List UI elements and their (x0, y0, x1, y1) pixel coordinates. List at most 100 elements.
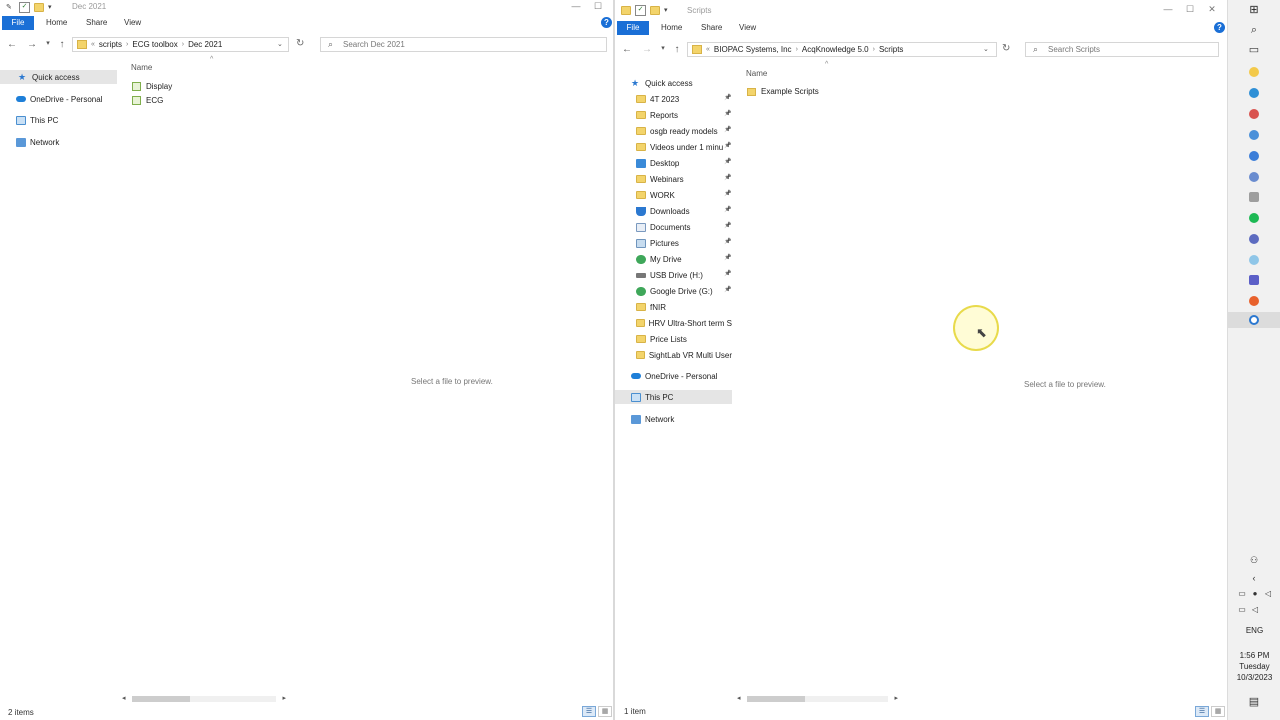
quick-access-item[interactable]: Pictures (636, 236, 732, 250)
speaker-icon[interactable]: ◁ (1249, 604, 1261, 616)
nav-network[interactable]: Network (631, 412, 674, 426)
tab-share[interactable]: Share (701, 21, 722, 35)
details-view-icon[interactable]: ☰ (1195, 706, 1209, 717)
address-bar[interactable]: « BIOPAC Systems, Inc › AcqKnowledge 5.0… (687, 42, 997, 57)
clock-date[interactable]: 10/3/2023 (1228, 673, 1280, 682)
teams-icon[interactable] (1249, 275, 1259, 285)
forward-icon[interactable]: → (641, 44, 653, 55)
nav-this-pc[interactable]: This PC (615, 390, 732, 404)
scroll-right-icon[interactable]: ▸ (282, 694, 286, 702)
details-view-icon[interactable]: ☰ (582, 706, 596, 717)
help-icon[interactable]: ? (601, 17, 612, 28)
chevron-right-icon[interactable]: › (182, 41, 184, 48)
meet-now-icon[interactable]: ▭ (1236, 588, 1248, 600)
app-icon[interactable] (1249, 296, 1259, 306)
edge-icon[interactable] (1249, 88, 1259, 98)
recent-dropdown-icon[interactable]: ▾ (42, 39, 54, 47)
app-icon[interactable] (1249, 172, 1259, 182)
quick-access-item[interactable]: Google Drive (G:) (636, 284, 732, 298)
minimize-icon[interactable]: — (1157, 3, 1179, 15)
forward-icon[interactable]: → (26, 39, 38, 50)
scroll-thumb[interactable] (132, 696, 190, 702)
quick-access-item[interactable]: Desktop (636, 156, 732, 170)
large-icons-view-icon[interactable]: ▦ (598, 706, 612, 717)
notifications-icon[interactable]: ▤ (1248, 696, 1260, 708)
horizontal-scrollbar[interactable]: ◂ ▸ (120, 694, 288, 702)
list-item[interactable]: Example Scripts (747, 87, 819, 96)
app-icon[interactable] (1249, 255, 1259, 265)
list-item[interactable]: Display (132, 82, 172, 91)
breadcrumb-scripts[interactable]: Scripts (879, 45, 903, 54)
quick-access-item[interactable]: Videos under 1 minu (636, 140, 732, 154)
large-icons-view-icon[interactable]: ▦ (1211, 706, 1225, 717)
back-icon[interactable]: ← (6, 39, 18, 50)
app-icon[interactable] (1249, 315, 1259, 325)
address-bar[interactable]: « scripts › ECG toolbox › Dec 2021 (72, 37, 289, 52)
app-icon[interactable] (1249, 192, 1259, 202)
volume-icon[interactable]: ◁ (1262, 588, 1274, 600)
language-indicator[interactable]: ENG (1228, 626, 1280, 635)
scroll-right-icon[interactable]: ▸ (894, 694, 898, 702)
breadcrumb-scripts[interactable]: scripts (99, 40, 122, 49)
breadcrumb-biopac[interactable]: BIOPAC Systems, Inc (714, 45, 792, 54)
chevron-right-icon[interactable]: › (126, 41, 128, 48)
refresh-icon[interactable]: ↻ (1002, 43, 1010, 54)
overflow-icon[interactable]: « (706, 46, 710, 53)
tab-view[interactable]: View (739, 21, 756, 35)
scroll-thumb[interactable] (747, 696, 805, 702)
nav-onedrive[interactable]: OneDrive - Personal (16, 92, 102, 106)
quick-access-item[interactable]: My Drive (636, 252, 732, 266)
file-explorer-icon[interactable] (1249, 67, 1259, 77)
up-icon[interactable]: ↑ (56, 39, 68, 50)
quick-access-item[interactable]: USB Drive (H:) (636, 268, 732, 282)
microphone-icon[interactable]: ● (1249, 588, 1261, 600)
title-bar[interactable]: ✓ ▾ Scripts — ☐ ✕ (615, 0, 1227, 18)
scroll-left-icon[interactable]: ◂ (737, 694, 741, 702)
quick-access-item[interactable]: fNIR (636, 300, 732, 314)
search-input[interactable]: ⌕ Search Dec 2021 (320, 37, 607, 52)
search-icon[interactable]: ⌕ (1248, 24, 1260, 36)
quick-access-item[interactable]: SightLab VR Multi User (636, 348, 732, 362)
new-folder-icon[interactable] (34, 3, 44, 12)
properties-icon[interactable]: ✓ (19, 2, 30, 13)
chevron-right-icon[interactable]: › (796, 46, 798, 53)
address-dropdown-icon[interactable]: ⌄ (277, 40, 283, 48)
recent-dropdown-icon[interactable]: ▾ (657, 44, 669, 52)
tab-file[interactable]: File (2, 16, 34, 30)
title-bar[interactable]: ✎ ✓ ▾ Dec 2021 — ☐ (0, 0, 613, 14)
quick-access-item[interactable]: osgb ready models (636, 124, 732, 138)
nav-quick-access[interactable]: ★ Quick access (0, 70, 117, 84)
quick-access-item[interactable]: Documents (636, 220, 732, 234)
quick-access-item[interactable]: Webinars (636, 172, 732, 186)
breadcrumb-dec2021[interactable]: Dec 2021 (188, 40, 222, 49)
maximize-icon[interactable]: ☐ (1179, 3, 1201, 15)
column-header-name[interactable]: Name (131, 63, 152, 72)
app-icon[interactable] (1249, 130, 1259, 140)
quick-access-item[interactable]: Downloads (636, 204, 732, 218)
clock-day[interactable]: Tuesday (1228, 662, 1280, 671)
customize-dropdown-icon[interactable]: ▾ (48, 3, 57, 12)
app-icon[interactable] (1249, 151, 1259, 161)
nav-this-pc[interactable]: This PC (16, 113, 58, 127)
properties-icon[interactable]: ✓ (635, 5, 646, 16)
tab-home[interactable]: Home (46, 16, 67, 30)
quick-access-item[interactable]: 4T 2023 (636, 92, 732, 106)
tab-view[interactable]: View (124, 16, 141, 30)
nav-onedrive[interactable]: OneDrive - Personal (631, 369, 717, 383)
breadcrumb-ecg-toolbox[interactable]: ECG toolbox (132, 40, 177, 49)
overflow-icon[interactable]: « (91, 41, 95, 48)
minimize-icon[interactable]: — (565, 0, 587, 12)
refresh-icon[interactable]: ↻ (296, 38, 304, 49)
nav-network[interactable]: Network (16, 135, 59, 149)
quick-access-item[interactable]: HRV Ultra-Short term S (636, 316, 732, 330)
chrome-icon[interactable] (1249, 109, 1259, 119)
quick-access-item[interactable]: WORK (636, 188, 732, 202)
back-icon[interactable]: ← (621, 44, 633, 55)
search-input[interactable]: ⌕ Search Scripts (1025, 42, 1219, 57)
up-icon[interactable]: ↑ (671, 44, 683, 55)
clock-time[interactable]: 1:56 PM (1228, 651, 1280, 660)
nav-quick-access[interactable]: ★ Quick access (631, 76, 693, 90)
tab-share[interactable]: Share (86, 16, 107, 30)
spotify-icon[interactable] (1249, 213, 1259, 223)
people-icon[interactable]: ⚇ (1248, 554, 1260, 566)
